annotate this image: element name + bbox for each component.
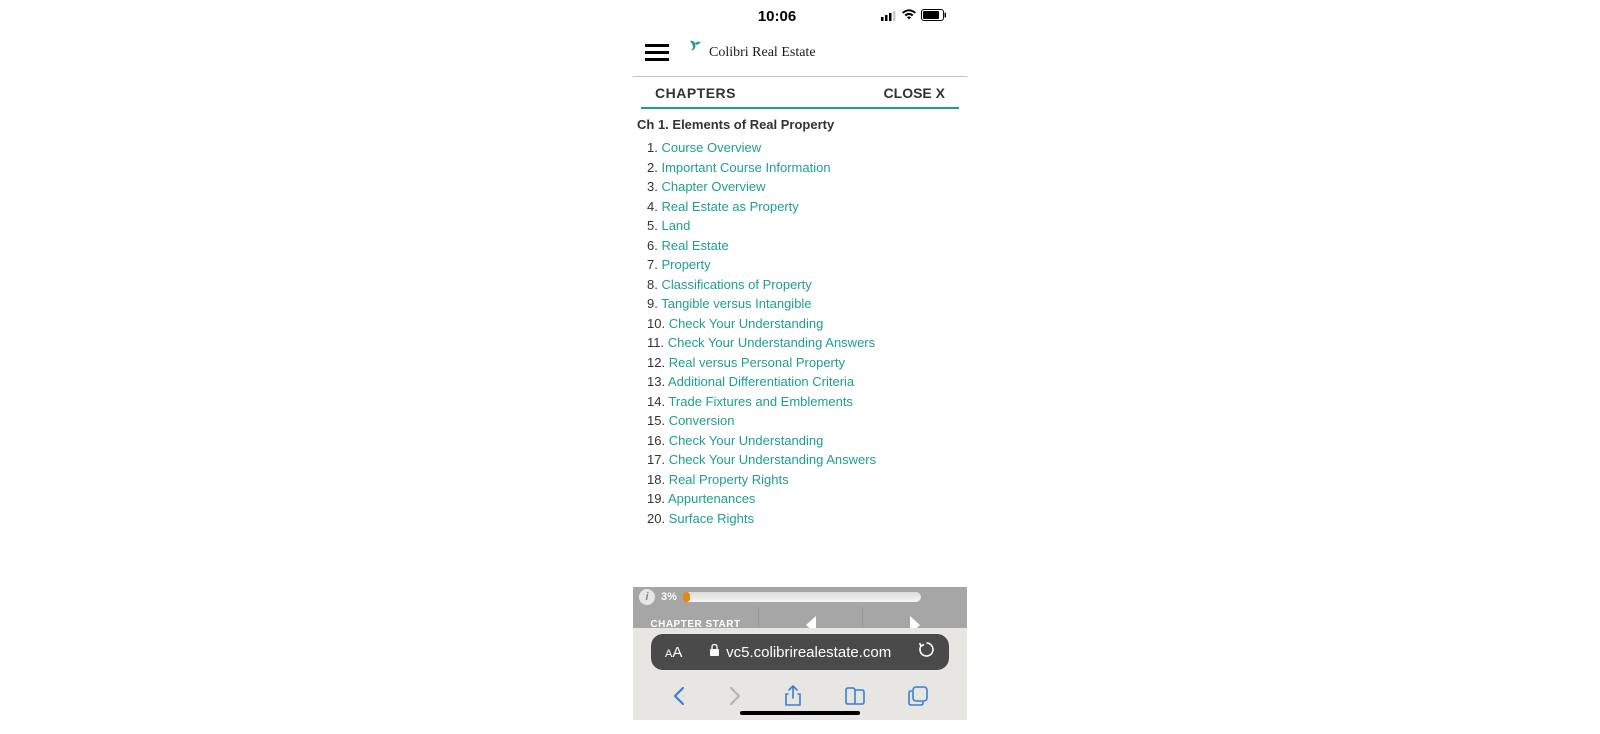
list-item: 7. Property	[637, 255, 963, 275]
lesson-number: 16.	[647, 433, 669, 448]
brand-text: Colibri Real Estate	[709, 45, 816, 61]
url-text: vc5.colibrirealestate.com	[726, 644, 891, 661]
lesson-number: 15.	[647, 413, 669, 428]
cellular-icon	[881, 8, 897, 25]
list-item: 6. Real Estate	[637, 236, 963, 256]
lesson-number: 2.	[647, 160, 661, 175]
lesson-number: 6.	[647, 238, 661, 253]
list-item: 15. Conversion	[637, 411, 963, 431]
lesson-number: 18.	[647, 472, 669, 487]
lesson-link[interactable]: Check Your Understanding Answers	[669, 452, 876, 467]
lesson-link[interactable]: Real Property Rights	[669, 472, 789, 487]
home-indicator[interactable]	[740, 711, 860, 715]
lesson-link[interactable]: Course Overview	[661, 140, 761, 155]
lesson-number: 10.	[647, 316, 669, 331]
lesson-link[interactable]: Check Your Understanding	[669, 433, 824, 448]
lesson-link[interactable]: Conversion	[669, 413, 735, 428]
lesson-link[interactable]: Important Course Information	[661, 160, 830, 175]
lesson-number: 5.	[647, 218, 661, 233]
lesson-number: 13.	[647, 374, 668, 389]
lesson-number: 20.	[647, 511, 669, 526]
list-item: 14. Trade Fixtures and Emblements	[637, 392, 963, 412]
lesson-number: 8.	[647, 277, 661, 292]
lesson-number: 11.	[647, 335, 668, 350]
list-item: 8. Classifications of Property	[637, 275, 963, 295]
brand-logo[interactable]: Colibri Real Estate	[687, 39, 816, 66]
list-item: 20. Surface Rights	[637, 509, 963, 528]
progress-track[interactable]	[683, 592, 921, 602]
forward-button[interactable]	[728, 686, 742, 711]
lesson-link[interactable]: Appurtenances	[668, 491, 755, 506]
lesson-link[interactable]: Chapter Overview	[661, 179, 765, 194]
lesson-number: 3.	[647, 179, 661, 194]
lesson-number: 9.	[647, 296, 661, 311]
status-time: 10:06	[673, 8, 881, 25]
back-button[interactable]	[672, 686, 686, 711]
lesson-number: 7.	[647, 257, 661, 272]
reload-button[interactable]	[918, 641, 935, 663]
lesson-link[interactable]: Check Your Understanding	[669, 316, 824, 331]
lock-icon	[709, 643, 720, 661]
list-item: 4. Real Estate as Property	[637, 197, 963, 217]
lesson-link[interactable]: Real Estate as Property	[661, 199, 798, 214]
list-item: 5. Land	[637, 216, 963, 236]
lesson-link[interactable]: Additional Differentiation Criteria	[668, 374, 854, 389]
battery-icon	[921, 8, 947, 25]
lesson-link[interactable]: Property	[661, 257, 710, 272]
wifi-icon	[901, 8, 917, 25]
lesson-link[interactable]: Real Estate	[661, 238, 728, 253]
bookmarks-button[interactable]	[844, 687, 866, 710]
url-bar-container: AA vc5.colibrirealestate.com	[633, 628, 967, 676]
list-item: 1. Course Overview	[637, 138, 963, 158]
list-item: 12. Real versus Personal Property	[637, 353, 963, 373]
app-header: Colibri Real Estate	[633, 29, 967, 77]
info-icon[interactable]: i	[639, 589, 655, 605]
url-bar[interactable]: AA vc5.colibrirealestate.com	[651, 634, 949, 670]
lesson-number: 12.	[647, 355, 669, 370]
lesson-link[interactable]: Classifications of Property	[661, 277, 811, 292]
lesson-number: 19.	[647, 491, 668, 506]
lesson-link[interactable]: Trade Fixtures and Emblements	[668, 394, 852, 409]
lesson-number: 17.	[647, 452, 669, 467]
list-item: 10. Check Your Understanding	[637, 314, 963, 334]
lesson-number: 1.	[647, 140, 661, 155]
list-item: 2. Important Course Information	[637, 158, 963, 178]
progress-percent: 3%	[661, 591, 677, 603]
list-item: 3. Chapter Overview	[637, 177, 963, 197]
list-item: 16. Check Your Understanding	[637, 431, 963, 451]
lesson-link[interactable]: Real versus Personal Property	[669, 355, 845, 370]
lesson-list-container: Ch 1. Elements of Real Property 1. Cours…	[633, 109, 967, 527]
lesson-number: 4.	[647, 199, 661, 214]
list-item: 17. Check Your Understanding Answers	[637, 450, 963, 470]
chapters-label: CHAPTERS	[655, 85, 736, 101]
lesson-link[interactable]: Tangible versus Intangible	[661, 296, 811, 311]
text-size-button[interactable]: AA	[665, 644, 682, 661]
list-item: 9. Tangible versus Intangible	[637, 294, 963, 314]
lesson-number: 14.	[647, 394, 668, 409]
list-item: 11. Check Your Understanding Answers	[637, 333, 963, 353]
lesson-link[interactable]: Land	[661, 218, 690, 233]
list-item: 18. Real Property Rights	[637, 470, 963, 490]
tabs-button[interactable]	[908, 686, 928, 711]
lesson-link[interactable]: Surface Rights	[669, 511, 754, 526]
list-item: 19. Appurtenances	[637, 489, 963, 509]
lesson-link[interactable]: Check Your Understanding Answers	[668, 335, 875, 350]
chapters-bar: CHAPTERS CLOSE X	[641, 77, 959, 109]
list-item: 13. Additional Differentiation Criteria	[637, 372, 963, 392]
status-bar: 10:06	[633, 0, 967, 29]
progress-fill	[683, 592, 690, 602]
chapter-title: Ch 1. Elements of Real Property	[637, 117, 963, 132]
hummingbird-icon	[687, 39, 707, 66]
close-button[interactable]: CLOSE X	[884, 85, 945, 101]
share-button[interactable]	[784, 685, 802, 712]
menu-button[interactable]	[645, 44, 669, 61]
progress-bar-section: i 3%	[633, 587, 967, 607]
